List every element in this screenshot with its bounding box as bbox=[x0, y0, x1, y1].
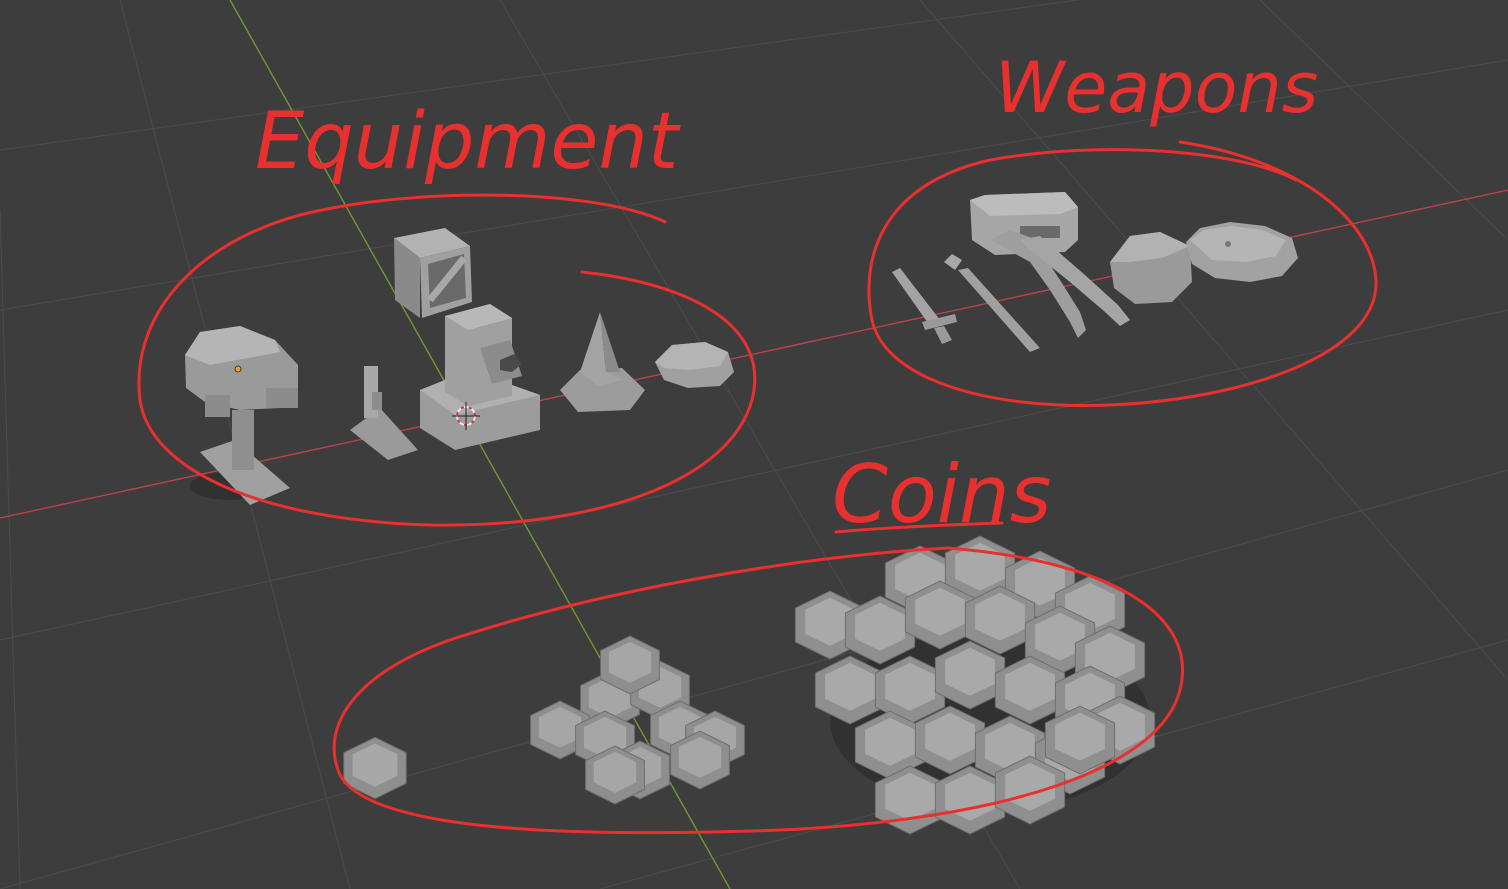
short-sword[interactable] bbox=[944, 254, 1040, 352]
equipment-objects[interactable] bbox=[185, 228, 734, 505]
round-shield[interactable] bbox=[1186, 222, 1298, 282]
spike-cone[interactable] bbox=[560, 312, 645, 412]
crate[interactable] bbox=[394, 228, 472, 318]
3d-viewport[interactable]: Equipment Weapons Coins bbox=[0, 0, 1508, 889]
dome-helmet[interactable] bbox=[185, 326, 298, 505]
cannon-tower[interactable] bbox=[420, 304, 540, 450]
origin-marker bbox=[234, 365, 242, 373]
weapon-objects[interactable] bbox=[892, 192, 1298, 352]
coins-label: Coins bbox=[832, 448, 1051, 541]
equipment-label: Equipment bbox=[255, 97, 681, 187]
coin-objects[interactable] bbox=[343, 535, 1156, 835]
sword[interactable] bbox=[892, 268, 957, 344]
viewport-canvas[interactable]: Equipment Weapons Coins bbox=[0, 0, 1508, 889]
octagon-plate[interactable] bbox=[655, 342, 734, 388]
weapons-label: Weapons bbox=[995, 47, 1318, 129]
boulder[interactable] bbox=[1110, 232, 1192, 304]
lever-switch[interactable] bbox=[350, 366, 418, 460]
